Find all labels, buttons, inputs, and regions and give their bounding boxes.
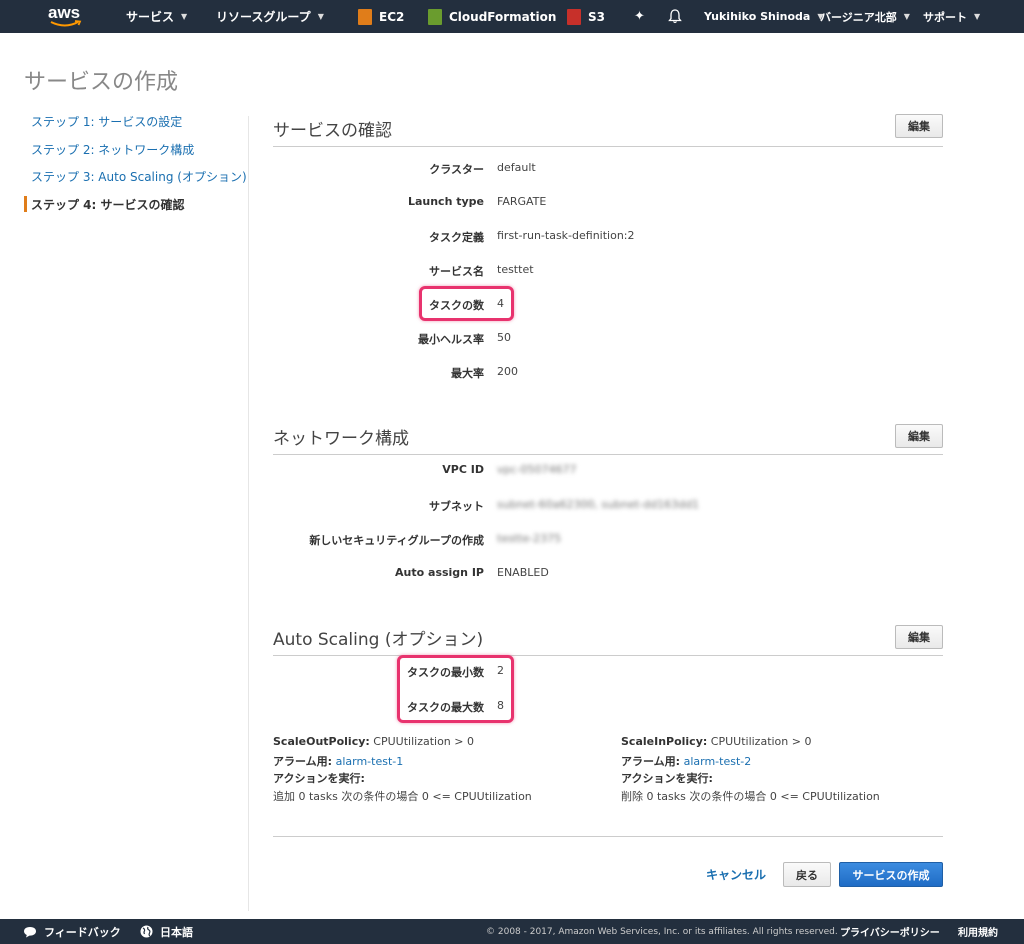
- edit-network-button[interactable]: 編集: [895, 424, 943, 448]
- scale-in-policy-line: ScaleInPolicy: CPUUtilization > 0: [621, 733, 943, 751]
- footer: フィードバック 日本語 © 2008 - 2017, Amazon Web Se…: [0, 919, 1024, 944]
- scale-out-policy-label: ScaleOutPolicy:: [273, 735, 370, 748]
- page-title: サービスの作成: [24, 70, 179, 95]
- services-menu-label: サービス: [126, 10, 175, 24]
- scale-in-alarm-label: アラーム用:: [621, 754, 681, 768]
- edit-autoscaling-button[interactable]: 編集: [895, 625, 943, 649]
- cluster-label: クラスター: [429, 163, 484, 176]
- chevron-down-icon: ▼: [317, 12, 324, 21]
- scale-out-alarm-line: アラーム用: alarm-test-1: [273, 753, 593, 771]
- ec2-shortcut[interactable]: EC2: [358, 0, 404, 33]
- chevron-down-icon: ▼: [974, 12, 981, 21]
- feedback-icon: [24, 926, 36, 937]
- cancel-link[interactable]: キャンセル: [706, 866, 766, 883]
- subnet-value: subnet-60a62300, subnet-dd163dd1: [497, 498, 700, 511]
- privacy-policy-link[interactable]: プライバシーポリシー: [840, 919, 940, 944]
- section-divider: [273, 146, 943, 147]
- task-definition-value: first-run-task-definition:2: [497, 229, 635, 242]
- create-service-button[interactable]: サービスの作成: [839, 862, 943, 887]
- s3-shortcut[interactable]: S3: [567, 0, 605, 33]
- cloudformation-label: CloudFormation: [449, 9, 557, 24]
- cloudformation-shortcut[interactable]: CloudFormation: [428, 0, 556, 33]
- chevron-down-icon: ▼: [903, 12, 910, 21]
- cluster-value: default: [497, 161, 536, 174]
- subnet-label: サブネット: [429, 500, 484, 513]
- service-review-title: サービスの確認: [273, 121, 392, 141]
- section-divider: [273, 655, 943, 656]
- scale-out-action-label: アクションを実行:: [273, 772, 365, 785]
- support-menu[interactable]: サポート ▼: [923, 0, 980, 33]
- s3-label: S3: [588, 9, 605, 24]
- pin-icon[interactable]: ✦: [634, 0, 645, 33]
- region-menu[interactable]: バージニア北部 ▼: [820, 0, 910, 33]
- cloudformation-icon: [428, 8, 442, 25]
- s3-icon: [567, 8, 581, 25]
- scale-in-policy: ScaleInPolicy: CPUUtilization > 0 アラーム用:…: [621, 733, 943, 805]
- task-definition-label: タスク定義: [429, 231, 484, 244]
- copyright-text: © 2008 - 2017, Amazon Web Services, Inc.…: [486, 926, 838, 937]
- region-name: バージニア北部: [820, 10, 897, 24]
- scale-in-action-value: 削除 0 tasks 次の条件の場合 0 <= CPUUtilization: [621, 789, 880, 803]
- globe-icon: [140, 925, 153, 938]
- step-3-link[interactable]: ステップ 3: Auto Scaling (オプション): [24, 167, 248, 195]
- resource-groups-label: リソースグループ: [216, 10, 311, 24]
- max-percent-value: 200: [497, 365, 518, 378]
- service-name-value: testtet: [497, 263, 534, 276]
- launch-type-value: FARGATE: [497, 195, 547, 208]
- terms-link[interactable]: 利用規約: [958, 919, 998, 944]
- vpc-id-value: vpc-05074677: [497, 463, 577, 476]
- security-group-value: testte-2375: [497, 532, 562, 545]
- min-healthy-value: 50: [497, 331, 511, 344]
- network-title: ネットワーク構成: [273, 429, 409, 449]
- section-divider: [273, 454, 943, 455]
- language-label: 日本語: [160, 925, 193, 939]
- scale-out-policy-line: ScaleOutPolicy: CPUUtilization > 0: [273, 733, 593, 751]
- min-healthy-label: 最小ヘルス率: [418, 333, 484, 346]
- back-button[interactable]: 戻る: [783, 862, 831, 887]
- task-limits-highlight: [397, 655, 514, 723]
- chevron-down-icon: ▼: [181, 12, 188, 21]
- scale-out-policy-value: CPUUtilization > 0: [369, 735, 474, 748]
- user-name: Yukihiko Shinoda: [704, 10, 811, 23]
- feedback-link[interactable]: フィードバック: [23, 919, 121, 944]
- auto-assign-ip-label: Auto assign IP: [395, 566, 484, 579]
- aws-smile-icon: [50, 20, 82, 27]
- launch-type-label: Launch type: [407, 195, 484, 208]
- step-1-link[interactable]: ステップ 1: サービスの設定: [24, 112, 248, 140]
- language-selector[interactable]: 日本語: [140, 919, 193, 944]
- scale-in-action-label: アクションを実行:: [621, 772, 713, 785]
- resource-groups-menu[interactable]: リソースグループ ▼: [216, 0, 324, 33]
- scale-in-policy-label: ScaleInPolicy:: [621, 735, 708, 748]
- user-menu[interactable]: Yukihiko Shinoda ▼: [704, 0, 823, 33]
- top-nav: aws サービス ▼ リソースグループ ▼ EC2 CloudFormation…: [0, 0, 1024, 33]
- scale-out-policy: ScaleOutPolicy: CPUUtilization > 0 アラーム用…: [273, 733, 593, 805]
- scale-out-alarm-label: アラーム用:: [273, 754, 333, 768]
- ec2-icon: [358, 8, 372, 25]
- ec2-label: EC2: [379, 9, 405, 24]
- aws-logo[interactable]: aws: [48, 3, 84, 31]
- security-group-label: 新しいセキュリティグループの作成: [309, 534, 484, 547]
- feedback-label: フィードバック: [44, 925, 121, 939]
- step-4-current: ステップ 4: サービスの確認: [24, 195, 248, 223]
- auto-assign-ip-value: ENABLED: [497, 566, 549, 579]
- task-count-highlight: [419, 286, 514, 321]
- scale-out-action-value: 追加 0 tasks 次の条件の場合 0 <= CPUUtilization: [273, 789, 532, 803]
- wizard-steps: ステップ 1: サービスの設定 ステップ 2: ネットワーク構成 ステップ 3:…: [24, 112, 248, 222]
- support-label: サポート: [923, 10, 967, 24]
- notifications-bell-icon[interactable]: [668, 0, 682, 33]
- vpc-id-label: VPC ID: [442, 463, 484, 476]
- services-menu[interactable]: サービス ▼: [126, 0, 187, 33]
- actions-divider: [273, 836, 943, 837]
- scale-in-alarm-link[interactable]: alarm-test-2: [684, 755, 752, 768]
- steps-divider: [248, 116, 249, 911]
- autoscaling-title: Auto Scaling (オプション): [273, 630, 484, 650]
- scale-in-policy-value: CPUUtilization > 0: [707, 735, 812, 748]
- scale-in-alarm-line: アラーム用: alarm-test-2: [621, 753, 943, 771]
- edit-service-button[interactable]: 編集: [895, 114, 943, 138]
- step-2-link[interactable]: ステップ 2: ネットワーク構成: [24, 140, 248, 168]
- scale-out-alarm-link[interactable]: alarm-test-1: [336, 755, 404, 768]
- max-percent-label: 最大率: [451, 367, 484, 380]
- service-name-label: サービス名: [429, 265, 484, 278]
